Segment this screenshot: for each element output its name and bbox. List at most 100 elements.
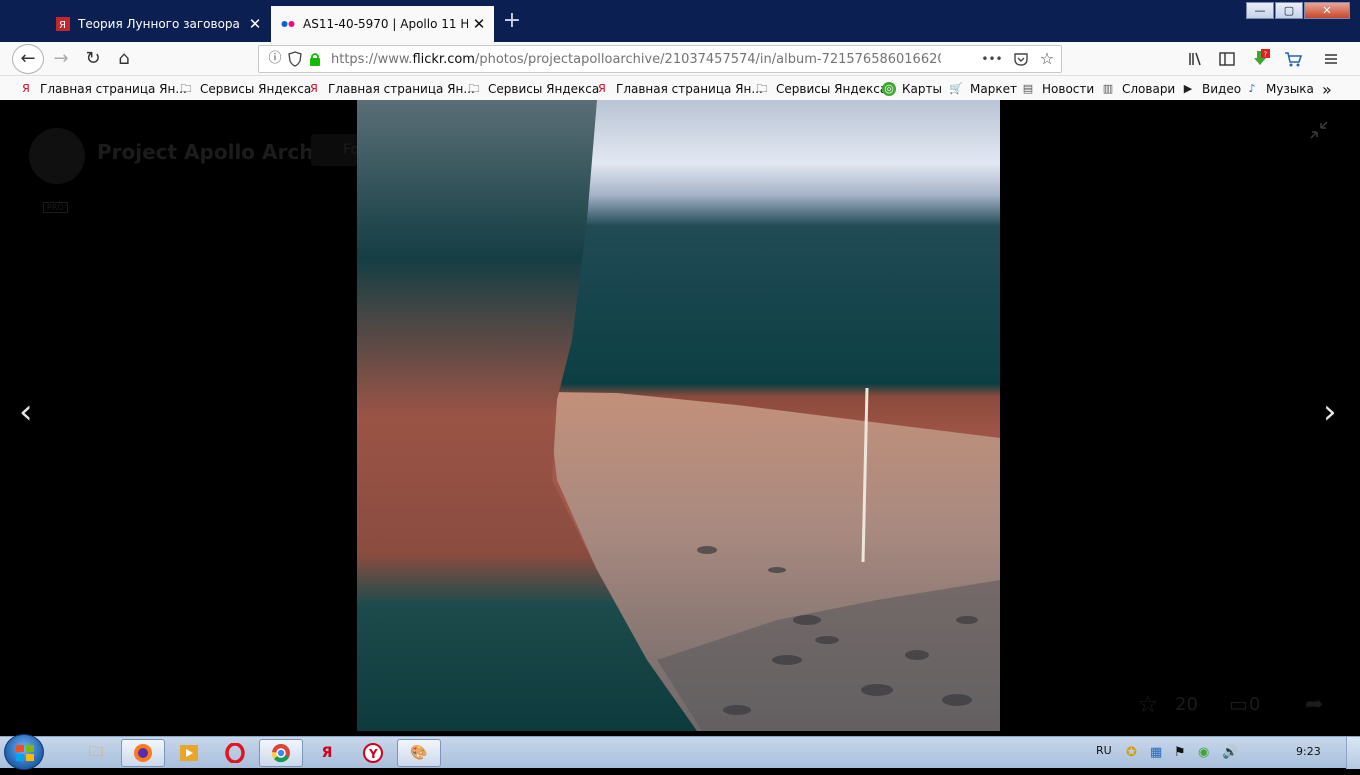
folder-icon: 🗀: [756, 82, 768, 95]
bookmark-label: Маркет: [970, 82, 1017, 96]
paint-taskbar-button[interactable]: 🎨: [397, 739, 441, 767]
url-path: /photos/projectapolloarchive/21037457574…: [474, 52, 941, 67]
yandex-icon: Я: [321, 745, 333, 761]
media-player-icon: [180, 745, 198, 761]
bookmark-label: Сервисы Яндекса: [200, 82, 312, 96]
home-button[interactable]: ⌂: [111, 46, 137, 72]
market-icon: 🛒: [949, 82, 963, 95]
bookmark-dictionaries[interactable]: ▥ Словари: [1100, 80, 1175, 98]
tab-moon-conspiracy[interactable]: Я Теория Лунного заговора - ЯП ✕: [46, 6, 270, 42]
folder-icon: 🗀: [180, 82, 192, 95]
bookmark-music[interactable]: ♪ Музыка: [1244, 80, 1314, 98]
yandex-taskbar-button[interactable]: Я: [305, 739, 349, 767]
tab-strip: Я Теория Лунного заговора - ЯП ✕ AS11-40…: [0, 0, 1360, 42]
favorite-star-icon[interactable]: ☆: [1137, 690, 1159, 718]
owner-name[interactable]: Project Apollo Archive: [97, 140, 347, 164]
bookmark-video[interactable]: ▶ Видео: [1180, 80, 1241, 98]
reload-button[interactable]: ↻: [80, 46, 106, 72]
previous-photo-arrow[interactable]: ‹: [19, 392, 33, 432]
bookmark-label: Музыка: [1266, 82, 1314, 96]
apollo-photo[interactable]: [357, 100, 1000, 731]
start-button[interactable]: [4, 734, 44, 770]
tracking-shield-icon[interactable]: [287, 51, 303, 67]
lock-icon[interactable]: [307, 51, 323, 67]
close-window-button[interactable]: ✕: [1304, 2, 1350, 19]
bookmark-label: Главная страница Ян...: [40, 82, 187, 96]
menu-icon[interactable]: [1320, 48, 1342, 70]
sidebar-icon[interactable]: [1216, 48, 1238, 70]
next-photo-arrow[interactable]: ›: [1323, 392, 1337, 432]
bookmark-news[interactable]: ▤ Новости: [1020, 80, 1094, 98]
comment-icon[interactable]: ▭: [1229, 692, 1248, 716]
yandex-browser-taskbar-button[interactable]: Y: [351, 739, 395, 767]
bookmark-yandex-home[interactable]: Я Главная страница Ян...: [306, 80, 475, 98]
cart-icon[interactable]: [1282, 48, 1304, 70]
yandex-icon: Я: [598, 82, 606, 95]
media-player-taskbar-button[interactable]: [167, 739, 211, 767]
dictionary-icon: ▥: [1102, 82, 1114, 95]
firefox-icon: [134, 744, 152, 762]
bookmark-label: Видео: [1202, 82, 1242, 96]
flickr-lightbox: Project Apollo Archive Follow PRO ‹ ›: [7, 100, 1350, 731]
bookmark-label: Сервисы Яндекса: [488, 82, 600, 96]
owner-avatar[interactable]: [29, 128, 85, 184]
tab-title: Теория Лунного заговора - ЯП: [78, 17, 243, 31]
bookmark-label: Сервисы Яндекса: [776, 82, 888, 96]
folder-icon: 🗀: [468, 82, 480, 95]
bookmark-market[interactable]: 🛒 Маркет: [948, 80, 1017, 98]
window-controls: — ▢ ✕: [1245, 2, 1350, 19]
address-bar[interactable]: ⓘ https://www.flickr.com/photos/projecta…: [258, 45, 1062, 73]
volume-icon[interactable]: 🔊: [1222, 745, 1238, 760]
bookmark-maps[interactable]: ◎ Карты: [882, 80, 942, 98]
minimize-button[interactable]: —: [1246, 2, 1274, 19]
share-icon[interactable]: ➦: [1305, 692, 1323, 717]
new-tab-button[interactable]: +: [500, 8, 524, 34]
explorer-taskbar-button[interactable]: 🗀: [74, 739, 118, 767]
url-domain: flickr.com: [412, 52, 475, 67]
pocket-icon[interactable]: [1013, 51, 1029, 67]
bookmarks-overflow-button[interactable]: »: [1322, 80, 1332, 99]
windows-taskbar: 🗀 Я Y 🎨 RU ✪ ▦ ⚑ ◉ 🔊 9:23: [0, 734, 1360, 770]
security-tray-icon[interactable]: ◉: [1198, 745, 1209, 760]
action-center-flag-icon[interactable]: ⚑: [1174, 745, 1186, 760]
windows-logo-icon: [16, 745, 34, 761]
language-indicator[interactable]: RU: [1096, 744, 1112, 757]
exit-fullscreen-icon[interactable]: [1307, 118, 1331, 142]
music-icon: ♪: [1248, 82, 1256, 95]
opera-taskbar-button[interactable]: [213, 739, 257, 767]
bookmark-label: Новости: [1042, 82, 1095, 96]
maximize-button[interactable]: ▢: [1275, 2, 1303, 19]
bookmark-yandex-services[interactable]: 🗀 Сервисы Яндекса: [754, 80, 888, 98]
video-icon: ▶: [1183, 82, 1193, 95]
url-text: https://www.flickr.com/photos/projectapo…: [331, 52, 941, 67]
tab-flickr-photo[interactable]: AS11-40-5970 | Apollo 11 Hasse ✕: [271, 6, 494, 42]
forward-button[interactable]: →: [48, 46, 74, 72]
chrome-icon: [271, 744, 290, 763]
firefox-taskbar-button[interactable]: [121, 739, 165, 767]
bookmark-label: Главная страница Ян...: [616, 82, 763, 96]
favorites-count: 20: [1175, 694, 1198, 715]
network-tray-icon[interactable]: ▦: [1150, 745, 1162, 760]
chrome-taskbar-button[interactable]: [259, 739, 303, 767]
show-desktop-button[interactable]: [1346, 737, 1360, 769]
back-button[interactable]: ←: [12, 44, 44, 74]
close-tab-icon[interactable]: ✕: [246, 15, 264, 33]
bookmark-label: Главная страница Ян...: [328, 82, 475, 96]
opera-icon: [225, 743, 245, 763]
yandex-tab-icon: Я: [56, 17, 70, 31]
bookmark-yandex-services[interactable]: 🗀 Сервисы Яндекса: [178, 80, 312, 98]
bookmark-yandex-home[interactable]: Я Главная страница Ян...: [594, 80, 763, 98]
library-icon[interactable]: [1185, 48, 1207, 70]
close-tab-icon[interactable]: ✕: [470, 15, 488, 33]
lifebuoy-tray-icon[interactable]: ✪: [1126, 745, 1137, 760]
download-icon[interactable]: ?: [1249, 48, 1271, 70]
bookmark-yandex-home[interactable]: Я Главная страница Ян...: [18, 80, 187, 98]
bookmark-label: Словари: [1122, 82, 1176, 96]
clock[interactable]: 9:23: [1296, 745, 1321, 758]
info-icon[interactable]: ⓘ: [267, 51, 283, 67]
yandex-icon: Я: [310, 82, 318, 95]
tab-title: AS11-40-5970 | Apollo 11 Hasse: [303, 17, 468, 31]
page-actions-button[interactable]: •••: [981, 51, 1003, 67]
bookmark-star-icon[interactable]: ☆: [1039, 51, 1055, 67]
bookmark-yandex-services[interactable]: 🗀 Сервисы Яндекса: [466, 80, 600, 98]
